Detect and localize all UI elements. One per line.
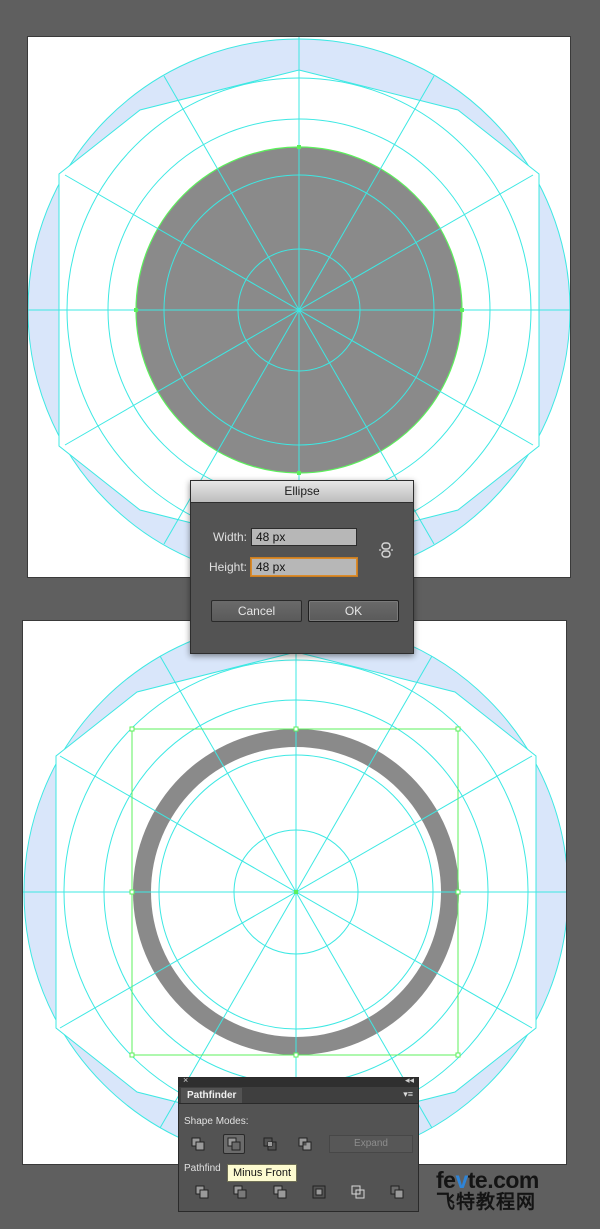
minus-front-icon[interactable] [223,1134,245,1154]
watermark: fevte.com 飞特教程网 [436,1168,596,1224]
expand-button[interactable]: Expand [329,1135,413,1153]
watermark-chinese: 飞特教程网 [436,1192,537,1213]
height-input[interactable] [251,558,357,576]
trim-icon[interactable] [229,1182,251,1202]
exclude-icon[interactable] [294,1134,316,1154]
unite-icon[interactable] [187,1134,209,1154]
watermark-site: fevte.com [436,1168,596,1192]
height-row: Height: [205,557,357,577]
panel-menu-icon[interactable]: ▾≡ [403,1089,413,1100]
height-label: Height: [208,560,247,574]
width-label: Width: [212,530,247,544]
width-row: Width: [205,527,357,547]
tab-pathfinder[interactable]: Pathfinder [181,1088,243,1103]
watermark-prefix: fe [436,1167,456,1193]
panel-title-bar: × ◂◂ [179,1075,418,1087]
minus-back-icon[interactable] [386,1182,408,1202]
watermark-accent: v [455,1167,468,1193]
panel-tab-bar: Pathfinder ▾≡ [179,1087,418,1104]
dialog-title: Ellipse [191,481,413,503]
intersect-icon[interactable] [259,1134,281,1154]
collapse-icon[interactable]: ◂◂ [405,1075,414,1086]
outline-icon[interactable] [347,1182,369,1202]
ok-button[interactable]: OK [308,600,399,622]
pathfinders-label: Pathfind [184,1163,221,1174]
minus-front-tooltip: Minus Front [227,1164,298,1182]
ellipse-dialog: Ellipse Width: Height: Cancel OK [190,480,414,654]
close-icon[interactable]: × [183,1075,188,1085]
pathfinder-panel: × ◂◂ Pathfinder ▾≡ Shape Modes: Expand P… [178,1075,419,1212]
width-input[interactable] [251,528,357,546]
cancel-button[interactable]: Cancel [211,600,302,622]
link-icon[interactable] [378,542,394,558]
merge-icon[interactable] [269,1182,291,1202]
crop-icon[interactable] [308,1182,330,1202]
divide-icon[interactable] [191,1182,213,1202]
watermark-suffix: te.com [467,1167,540,1193]
shape-modes-label: Shape Modes: [184,1116,249,1127]
